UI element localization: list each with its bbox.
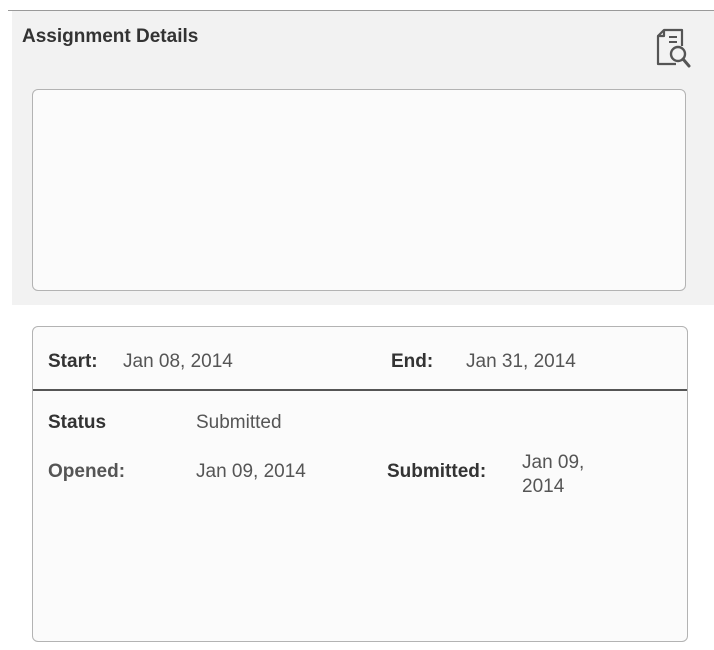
document-search-icon[interactable]: [650, 26, 692, 70]
details-card: Start: Jan 08, 2014 End: Jan 31, 2014 St…: [32, 326, 688, 642]
end-label: End:: [391, 351, 434, 372]
start-label: Start:: [48, 351, 98, 372]
status-value: Submitted: [196, 412, 282, 433]
dates-row: Start: Jan 08, 2014 End: Jan 31, 2014: [33, 327, 687, 391]
description-box: [32, 89, 686, 291]
start-value: Jan 08, 2014: [123, 351, 233, 372]
status-label: Status: [48, 412, 107, 433]
opened-label: Opened:: [48, 461, 126, 482]
submitted-label: Submitted:: [387, 461, 487, 482]
submitted-value: Jan 09, 2014: [522, 452, 585, 497]
opened-value: Jan 09, 2014: [196, 461, 306, 482]
end-value: Jan 31, 2014: [466, 351, 576, 372]
panel-title: Assignment Details: [22, 26, 199, 47]
